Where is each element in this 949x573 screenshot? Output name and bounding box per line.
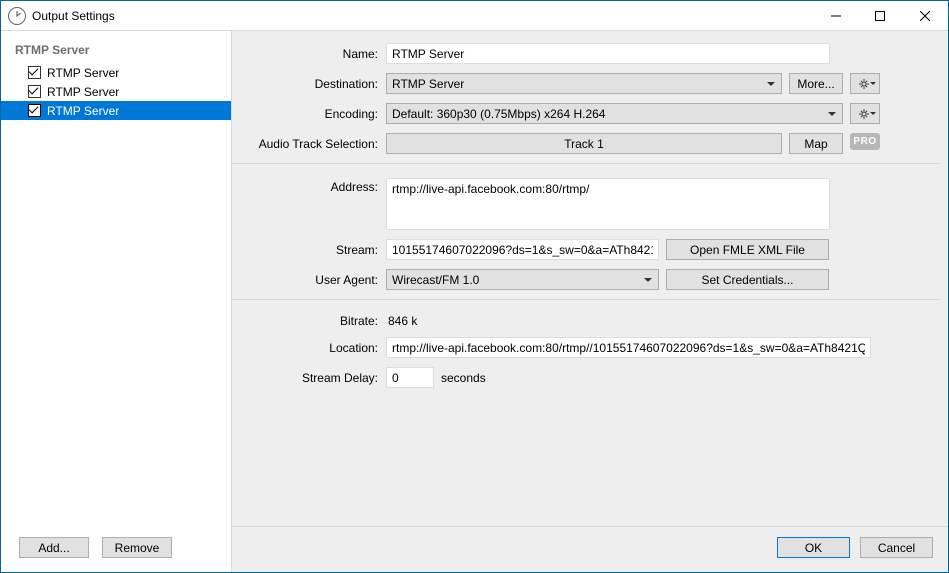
audio-track-label: Audio Track Selection: <box>232 137 386 151</box>
gear-button[interactable] <box>850 103 880 124</box>
audio-track-button[interactable]: Track 1 <box>386 133 782 154</box>
output-item-label: RTMP Server <box>47 66 119 80</box>
address-textarea[interactable] <box>386 178 830 230</box>
stream-label: Stream: <box>232 243 386 257</box>
bitrate-label: Bitrate: <box>232 314 386 328</box>
encoding-label: Encoding: <box>232 107 386 121</box>
set-credentials-button[interactable]: Set Credentials... <box>666 269 829 290</box>
encoding-select[interactable]: Default: 360p30 (0.75Mbps) x264 H.264 <box>386 103 843 124</box>
minimize-button[interactable] <box>814 1 858 30</box>
stream-delay-unit: seconds <box>441 371 486 385</box>
checkbox-icon[interactable] <box>28 85 41 98</box>
location-label: Location: <box>232 341 386 355</box>
name-label: Name: <box>232 47 386 61</box>
user-agent-select[interactable]: Wirecast/FM 1.0 <box>386 269 659 290</box>
ok-button[interactable]: OK <box>777 537 850 558</box>
output-list-item[interactable]: RTMP Server <box>1 63 231 82</box>
app-icon <box>8 7 26 25</box>
titlebar: Output Settings <box>1 1 948 31</box>
add-button[interactable]: Add... <box>19 537 89 558</box>
close-button[interactable] <box>902 1 948 30</box>
destination-select[interactable]: RTMP Server <box>386 73 782 94</box>
checkbox-icon[interactable] <box>28 66 41 79</box>
cancel-button[interactable]: Cancel <box>860 537 933 558</box>
sidebar: RTMP Server RTMP Server RTMP Server RTMP… <box>1 31 231 572</box>
location-input[interactable] <box>386 337 871 358</box>
stream-delay-input[interactable] <box>386 367 434 388</box>
sidebar-heading: RTMP Server <box>1 43 231 63</box>
output-list: RTMP Server RTMP Server RTMP Server <box>1 63 231 529</box>
open-fmle-button[interactable]: Open FMLE XML File <box>666 239 829 260</box>
more-button[interactable]: More... <box>789 73 843 94</box>
address-label: Address: <box>232 178 386 194</box>
stream-input[interactable] <box>386 239 659 260</box>
user-agent-label: User Agent: <box>232 273 386 287</box>
name-input[interactable] <box>386 43 830 64</box>
map-button[interactable]: Map <box>789 133 843 154</box>
divider <box>232 163 940 164</box>
output-item-label: RTMP Server <box>47 104 119 118</box>
checkbox-icon[interactable] <box>28 104 41 117</box>
bitrate-value: 846 k <box>386 314 417 328</box>
maximize-button[interactable] <box>858 1 902 30</box>
gear-icon <box>859 108 871 120</box>
output-list-item[interactable]: RTMP Server <box>1 82 231 101</box>
output-item-label: RTMP Server <box>47 85 119 99</box>
stream-delay-label: Stream Delay: <box>232 371 386 385</box>
gear-button[interactable] <box>850 73 880 94</box>
window-title: Output Settings <box>32 9 814 23</box>
output-list-item[interactable]: RTMP Server <box>1 101 231 120</box>
gear-icon <box>859 78 871 90</box>
destination-label: Destination: <box>232 77 386 91</box>
divider <box>232 299 940 300</box>
pro-badge: PRO <box>850 133 880 150</box>
remove-button[interactable]: Remove <box>102 537 172 558</box>
